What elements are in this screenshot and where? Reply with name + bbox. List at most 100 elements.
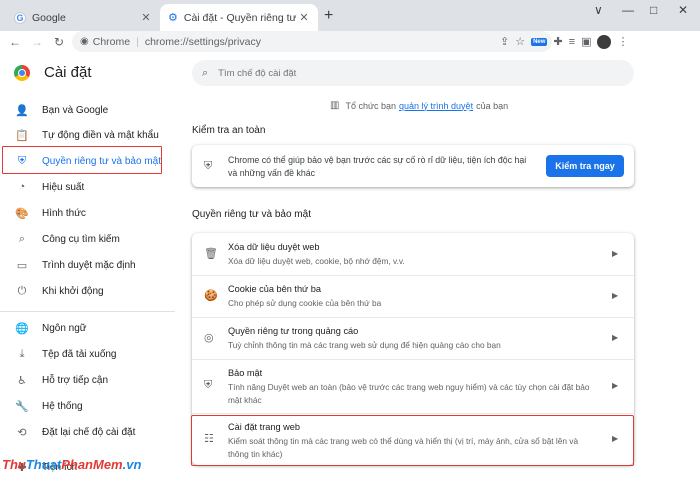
sidebar-item-search-engine[interactable]: ⌕ Công cụ tìm kiếm bbox=[0, 228, 175, 250]
chrome-logo-icon: ◉ bbox=[80, 36, 89, 47]
safety-check-heading: Kiểm tra an toàn bbox=[192, 125, 266, 136]
sidebar-item-on-startup[interactable]: ⏻ Khi khởi động bbox=[0, 280, 175, 302]
menu-icon[interactable]: ⋮ bbox=[617, 35, 628, 48]
power-icon: ⏻ bbox=[17, 284, 27, 297]
privacy-row-security[interactable]: ⛨ Bảo mật Tính năng Duyệt web an toàn (b… bbox=[192, 359, 634, 413]
reload-button[interactable]: ↻ bbox=[48, 35, 70, 49]
sidebar-item-label: Khi khởi động bbox=[42, 285, 104, 297]
shield-check-icon: ⛨ bbox=[204, 160, 213, 172]
side-panel-icon[interactable]: ▣ bbox=[581, 35, 591, 48]
share-icon[interactable]: ⇪ bbox=[500, 35, 509, 48]
maximize-button[interactable]: □ bbox=[650, 3, 657, 17]
star-icon[interactable]: ☆ bbox=[515, 35, 525, 48]
privacy-row-clear-data[interactable]: 🗑 Xóa dữ liệu duyệt web Xóa dữ liệu duyệ… bbox=[192, 233, 634, 275]
tab-strip: G Google ✕ ⚙ Cài đặt - Quyền riêng tư và… bbox=[0, 0, 700, 31]
tab-settings[interactable]: ⚙ Cài đặt - Quyền riêng tư và bảo mật ✕ bbox=[160, 4, 318, 31]
sidebar-item-label: Hệ thống bbox=[42, 400, 83, 412]
search-icon: ⌕ bbox=[18, 232, 26, 245]
clipboard-icon: 📋 bbox=[15, 129, 29, 142]
reading-list-icon[interactable]: ≡ bbox=[569, 36, 575, 48]
sidebar-item-label: Bạn và Google bbox=[42, 104, 109, 116]
sidebar-item-label: Ngôn ngữ bbox=[42, 322, 87, 334]
row-title: Quyền riêng tư trong quảng cáo bbox=[228, 326, 359, 336]
trash-icon: 🗑 bbox=[204, 248, 218, 260]
watermark-part: .vn bbox=[122, 457, 142, 472]
sidebar-item-label: Đặt lại chế độ cài đặt bbox=[42, 426, 136, 438]
omnibox-chip: Chrome bbox=[92, 35, 131, 48]
speedometer-icon: ◔ bbox=[18, 181, 26, 193]
row-subtitle: Cho phép sử dụng cookie của bên thứ ba bbox=[228, 298, 382, 308]
row-subtitle: Xóa dữ liệu duyệt web, cookie, bộ nhớ đệ… bbox=[228, 256, 405, 266]
sidebar-item-you-and-google[interactable]: 👤 Bạn và Google bbox=[0, 99, 175, 121]
watermark-part: Thu bbox=[2, 457, 26, 472]
sidebar-item-reset[interactable]: ⟲ Đặt lại chế độ cài đặt bbox=[0, 421, 175, 443]
new-tab-button[interactable]: + bbox=[324, 7, 333, 25]
globe-icon: 🌐 bbox=[15, 322, 29, 335]
sidebar-item-label: Công cụ tìm kiếm bbox=[42, 233, 120, 245]
safety-check-card: ⛨ Chrome có thể giúp bảo vệ bạn trước cá… bbox=[192, 145, 634, 187]
omnibox-url: chrome://settings/privacy bbox=[144, 35, 261, 48]
page-title: Cài đặt bbox=[44, 64, 92, 81]
check-now-button[interactable]: Kiểm tra ngay bbox=[546, 155, 624, 177]
settings-search[interactable]: ⌕ bbox=[192, 60, 634, 86]
tab-title: Cài đặt - Quyền riêng tư và bảo mật bbox=[183, 11, 296, 24]
watermark-part: Thuat bbox=[25, 457, 62, 472]
sidebar-item-appearance[interactable]: 🎨 Hình thức bbox=[0, 202, 175, 224]
avatar[interactable] bbox=[597, 34, 612, 49]
annotation-highlight-site-settings bbox=[191, 415, 634, 466]
close-icon[interactable]: ✕ bbox=[138, 11, 154, 24]
sidebar-item-downloads[interactable]: ⤓ Tệp đã tải xuống bbox=[0, 343, 175, 365]
palette-icon: 🎨 bbox=[15, 207, 29, 220]
watermark: ThuThuatPhanMem.vn bbox=[2, 457, 141, 472]
chrome-logo-icon bbox=[14, 65, 30, 81]
search-input[interactable] bbox=[218, 67, 599, 79]
sidebar-item-label: Hỗ trợ tiếp cận bbox=[42, 374, 109, 386]
close-icon[interactable]: ✕ bbox=[296, 11, 312, 24]
row-subtitle: Tính năng Duyệt web an toàn (bảo vệ trướ… bbox=[228, 382, 590, 405]
sidebar-item-default-browser[interactable]: ▭ Trình duyệt mặc định bbox=[0, 254, 175, 276]
sidebar-item-languages[interactable]: 🌐 Ngôn ngữ bbox=[0, 317, 175, 339]
wrench-icon: 🔧 bbox=[15, 400, 29, 413]
forward-button[interactable]: → bbox=[26, 35, 48, 49]
new-extension-badge[interactable]: New bbox=[531, 37, 548, 46]
toolbar-icons: ⇪ ☆ New ✚ ≡ ▣ ⋮ bbox=[500, 31, 628, 52]
address-bar[interactable]: ◉ Chrome | chrome://settings/privacy bbox=[72, 31, 552, 52]
sidebar-item-label: Hình thức bbox=[42, 207, 86, 219]
sidebar-item-accessibility[interactable]: ♿ Hỗ trợ tiếp cận bbox=[0, 369, 175, 391]
search-icon: ⌕ bbox=[202, 66, 209, 79]
ads-privacy-icon: ◎ bbox=[204, 332, 214, 344]
settings-header: Cài đặt ⌕ bbox=[0, 52, 700, 96]
toolbar: ← → ↻ ◉ Chrome | chrome://settings/priva… bbox=[0, 31, 700, 52]
safety-check-text: Chrome có thể giúp bảo vệ bạn trước các … bbox=[228, 155, 527, 178]
managed-link[interactable]: quản lý trình duyệt bbox=[399, 101, 473, 111]
sidebar-divider bbox=[0, 311, 175, 312]
annotation-highlight-sidebar bbox=[2, 146, 162, 174]
watermark-part: PhanMem bbox=[61, 457, 123, 472]
shield-icon: ⛨ bbox=[204, 379, 213, 391]
google-g-icon: G bbox=[14, 11, 26, 24]
person-icon: 👤 bbox=[15, 104, 29, 117]
chevron-right-icon: ▶ bbox=[612, 249, 619, 258]
back-button[interactable]: ← bbox=[4, 35, 26, 49]
window-close-button[interactable]: ✕ bbox=[678, 3, 688, 17]
browser-window-icon: ▭ bbox=[16, 259, 28, 272]
sidebar-item-system[interactable]: 🔧 Hệ thống bbox=[0, 395, 175, 417]
reset-icon: ⟲ bbox=[17, 426, 27, 439]
sidebar-item-performance[interactable]: ◔ Hiệu suất bbox=[0, 176, 175, 198]
tab-google[interactable]: G Google ✕ bbox=[8, 4, 160, 31]
privacy-row-cookies[interactable]: 🍪 Cookie của bên thứ ba Cho phép sử dụng… bbox=[192, 275, 634, 317]
download-icon: ⤓ bbox=[19, 347, 25, 360]
sidebar-item-label: Hiệu suất bbox=[42, 181, 85, 193]
privacy-row-ad-privacy[interactable]: ◎ Quyền riêng tư trong quảng cáo Tuỳ chỉ… bbox=[192, 317, 634, 359]
tab-search-button[interactable]: ∨ bbox=[594, 3, 603, 17]
sidebar-item-label: Trình duyệt mặc định bbox=[42, 259, 136, 271]
chevron-right-icon: ▶ bbox=[612, 381, 619, 390]
puzzle-icon[interactable]: ✚ bbox=[553, 35, 562, 48]
minimize-button[interactable]: — bbox=[622, 3, 634, 17]
sidebar-item-autofill[interactable]: 📋 Tự động điền và mật khẩu bbox=[0, 124, 175, 146]
chevron-right-icon: ▶ bbox=[612, 291, 619, 300]
gear-icon: ⚙ bbox=[168, 12, 178, 24]
row-title: Xóa dữ liệu duyệt web bbox=[228, 242, 320, 252]
accessibility-icon: ♿ bbox=[17, 374, 27, 387]
managed-suffix: của bạn bbox=[476, 100, 509, 111]
